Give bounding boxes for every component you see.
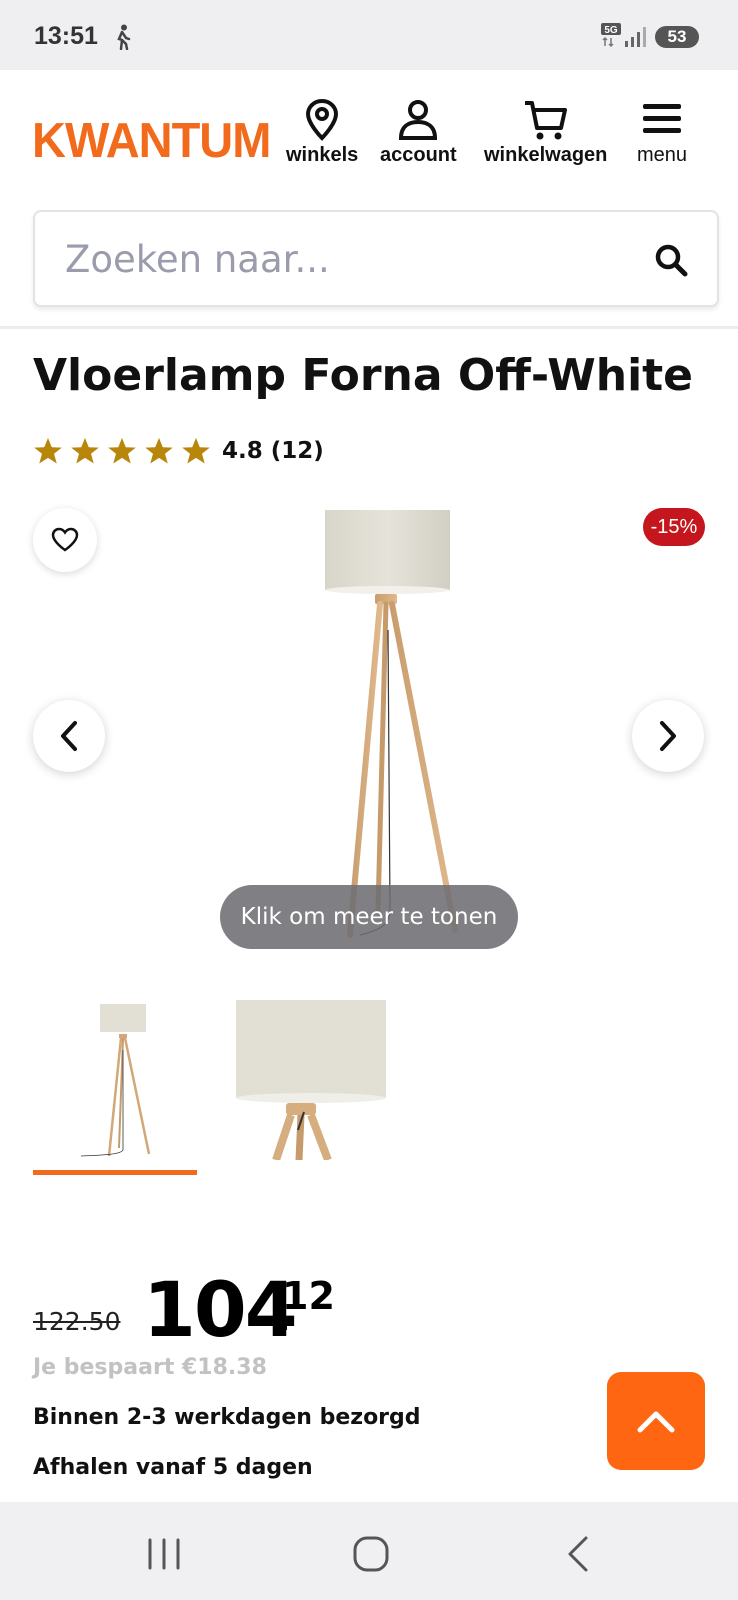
current-price: 104	[143, 1265, 298, 1354]
cart-icon	[524, 101, 567, 140]
previous-image-button[interactable]	[33, 700, 105, 772]
signal-icon	[625, 27, 646, 47]
product-title: Vloerlamp Forna Off-White	[33, 350, 694, 401]
recent-apps-icon[interactable]	[144, 1534, 184, 1574]
scroll-to-top-button[interactable]	[607, 1372, 705, 1470]
nav-label-winkels: winkels	[286, 144, 359, 166]
pickup-text: Afhalen vanaf 5 dagen	[33, 1455, 313, 1480]
user-icon	[399, 100, 438, 140]
site-header: KWANTUM winkels account winkelwagen menu	[0, 70, 738, 208]
star-icon	[108, 437, 136, 464]
search-input[interactable]	[65, 236, 645, 282]
chevron-right-icon	[660, 721, 676, 751]
rating-text: 4.8 (12)	[222, 438, 324, 464]
discount-badge: -15%	[643, 508, 705, 546]
savings-text: Je bespaart €18.38	[33, 1355, 267, 1380]
back-icon[interactable]	[560, 1534, 600, 1574]
star-icon	[34, 437, 62, 464]
chevron-left-icon	[61, 721, 77, 751]
nav-menu[interactable]: menu	[637, 98, 687, 167]
nav-label-account: account	[380, 144, 457, 166]
star-icon	[145, 437, 173, 464]
nav-winkelwagen[interactable]: winkelwagen	[484, 98, 607, 167]
star-icon	[71, 437, 99, 464]
kwantum-logo[interactable]: KWANTUM	[32, 111, 271, 169]
battery-indicator: 53	[655, 26, 699, 48]
product-rating[interactable]: 4.8 (12)	[33, 436, 324, 466]
system-navigation-bar	[0, 1502, 738, 1600]
thumbnail-lamp-full[interactable]	[33, 1000, 196, 1165]
next-image-button[interactable]	[632, 700, 704, 772]
location-pin-icon	[306, 98, 339, 141]
nav-label-winkelwagen: winkelwagen	[484, 144, 608, 166]
product-image-lamp[interactable]	[320, 510, 465, 950]
nav-label-menu: menu	[637, 144, 688, 166]
nav-account[interactable]: account	[380, 98, 457, 167]
header-divider	[0, 326, 738, 329]
show-more-button[interactable]: Klik om meer te tonen	[220, 885, 518, 949]
network-label: 5G	[604, 25, 618, 36]
thumbnail-lamp-detail[interactable]	[236, 1000, 386, 1160]
status-bar: 13:51 5G 53	[0, 0, 738, 70]
old-price: 122.50	[33, 1307, 121, 1336]
price-decimal-dot	[275, 1318, 287, 1330]
nav-winkels[interactable]: winkels	[286, 98, 358, 167]
hamburger-icon	[643, 104, 682, 133]
thumbnail-lamp-detail-image	[236, 1000, 386, 1160]
chevron-up-icon	[637, 1411, 675, 1433]
network-5g-icon: 5G	[601, 23, 621, 48]
walking-icon	[117, 24, 131, 50]
current-price-cents: 12	[282, 1274, 335, 1318]
home-icon[interactable]	[351, 1534, 391, 1574]
heart-icon	[51, 527, 79, 552]
product-gallery: -15% Klik om meer te tonen	[0, 490, 738, 960]
search-icon[interactable]	[653, 242, 689, 278]
status-time: 13:51	[34, 22, 98, 50]
star-icon	[182, 437, 210, 464]
favorite-button[interactable]	[33, 508, 97, 572]
delivery-text: Binnen 2-3 werkdagen bezorgd	[33, 1405, 421, 1430]
thumbnail-active-indicator	[33, 1170, 197, 1175]
search-bar	[33, 210, 719, 307]
